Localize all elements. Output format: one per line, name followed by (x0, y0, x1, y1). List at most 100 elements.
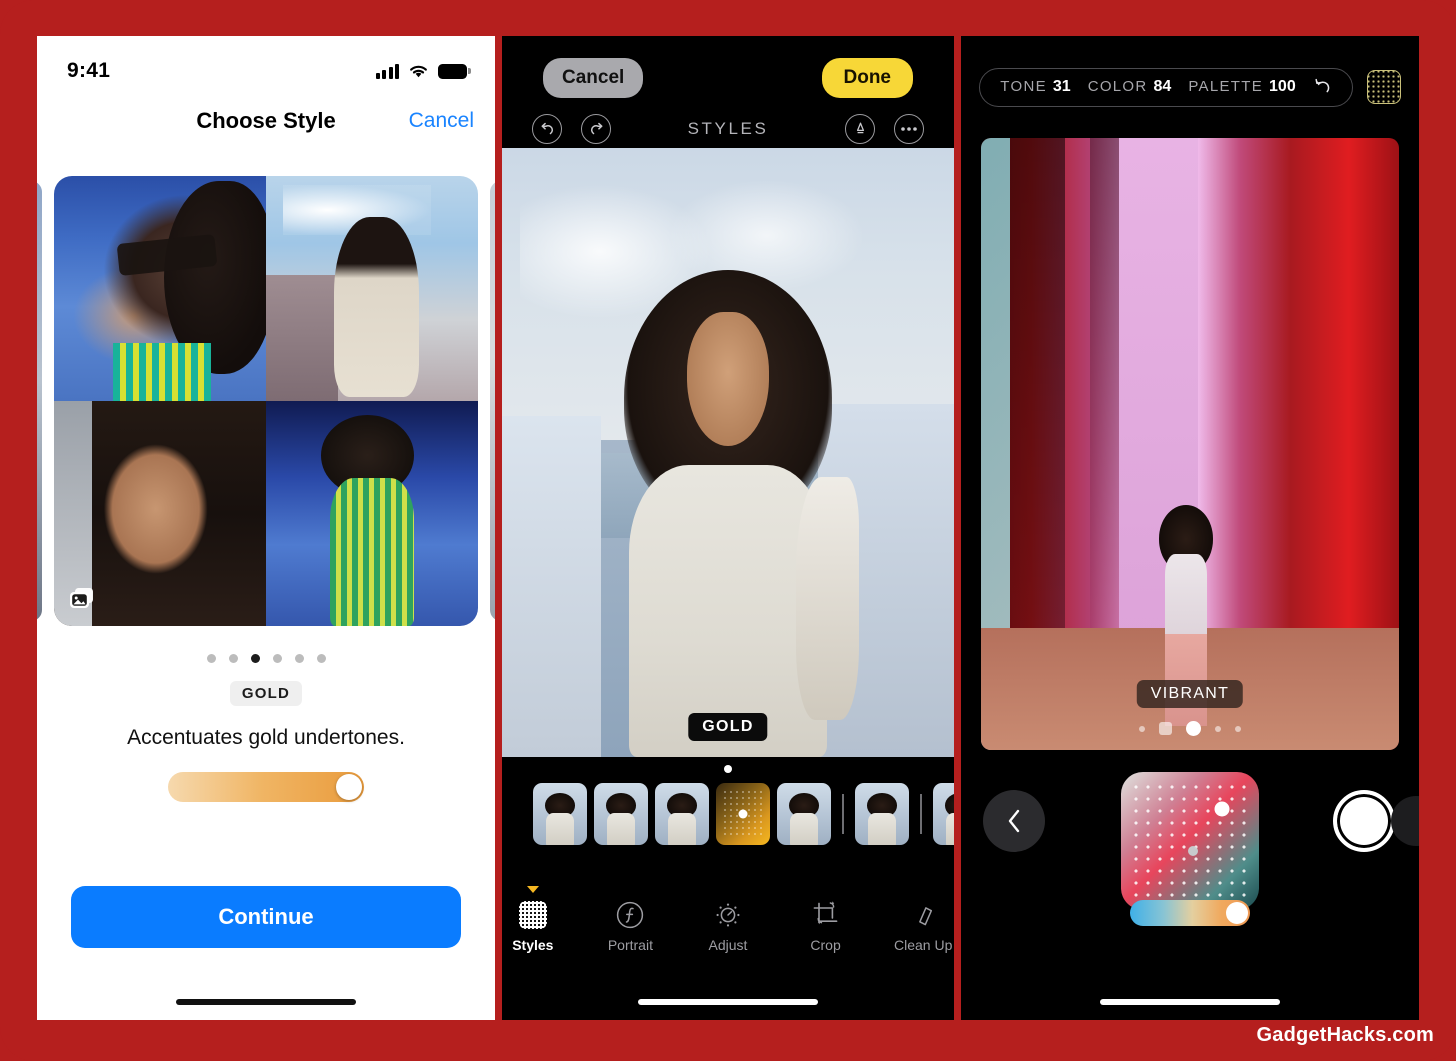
more-options-icon[interactable] (894, 114, 924, 144)
style-thumbnail[interactable] (855, 783, 909, 845)
page-title: Choose Style (196, 108, 336, 133)
filmstrip-divider (842, 794, 844, 834)
home-indicator (176, 999, 356, 1005)
slider-knob[interactable] (1226, 902, 1248, 924)
page-dot-active[interactable] (250, 654, 260, 663)
style-preview-card[interactable] (54, 176, 478, 626)
done-button[interactable]: Done (821, 58, 913, 98)
cancel-button[interactable]: Cancel (409, 109, 474, 133)
crop-icon (813, 901, 837, 925)
tab-adjust[interactable]: Adjust (697, 898, 759, 953)
param-value: 31 (1052, 78, 1071, 95)
palette-controls (961, 758, 1419, 1020)
page-dot[interactable] (1215, 725, 1221, 732)
param-color[interactable]: COLOR 84 (1088, 78, 1172, 96)
editor-photo[interactable]: GOLD (502, 148, 954, 757)
style-name-badge: GOLD (229, 681, 303, 706)
styles-grid-icon[interactable] (1366, 70, 1401, 104)
redo-icon[interactable] (581, 114, 611, 144)
style-filmstrip[interactable] (502, 757, 954, 873)
shutter-button[interactable] (1333, 790, 1395, 852)
wifi-icon (410, 65, 427, 77)
param-value: 84 (1153, 78, 1172, 95)
portrait-f-icon (617, 901, 644, 929)
param-label: TONE (1000, 78, 1047, 95)
style-thumbnail[interactable] (777, 783, 831, 845)
tab-label: Adjust (708, 937, 748, 953)
filmstrip-divider (920, 794, 922, 834)
preview-tile-2 (266, 176, 478, 401)
tab-label: Clean Up (894, 937, 953, 953)
back-button[interactable] (983, 790, 1045, 852)
param-palette[interactable]: PALETTE 100 (1188, 78, 1295, 96)
style-description: Accentuates gold undertones. (127, 726, 405, 749)
editor-tab-bar: Styles Portrait Adjust Crop Clean Up (502, 880, 954, 1020)
preview-tile-1 (54, 176, 266, 401)
clean-up-eraser-icon (919, 907, 933, 926)
page-dot[interactable] (272, 654, 282, 663)
page-dot[interactable] (1139, 725, 1145, 732)
style-name-badge: GOLD (688, 713, 768, 741)
styles-grid-icon (518, 901, 547, 929)
navigation-bar: Choose Style Cancel (37, 92, 495, 150)
watermark: GadgetHacks.com (1256, 1024, 1434, 1046)
page-dot[interactable] (228, 654, 238, 663)
chevron-left-icon (1008, 809, 1020, 833)
tab-crop[interactable]: Crop (795, 898, 857, 953)
style-name-badge: VIBRANT (1136, 680, 1244, 708)
style-thumbnail[interactable] (933, 783, 954, 845)
cellular-signal-icon (375, 63, 399, 79)
active-tab-indicator (526, 886, 539, 893)
page-dot[interactable] (1235, 725, 1241, 732)
next-control-peek[interactable] (1391, 796, 1419, 846)
style-thumbnail[interactable] (594, 783, 648, 845)
markup-pen-icon[interactable] (845, 114, 875, 144)
home-indicator (1100, 999, 1280, 1005)
tab-portrait[interactable]: Portrait (600, 898, 662, 953)
panel-styles-editor: Cancel Done STYLES GOLD Styles Portrait … (502, 36, 954, 1020)
page-dot-active[interactable] (1186, 721, 1201, 736)
cancel-button[interactable]: Cancel (543, 58, 644, 98)
tab-label: Styles (512, 937, 554, 953)
status-bar: 9:41 (37, 36, 495, 92)
parameters-pill[interactable]: TONE 31 COLOR 84 PALETTE 100 (979, 67, 1353, 107)
page-dot[interactable] (294, 654, 304, 663)
color-palette-pad[interactable] (1121, 772, 1259, 910)
palette-page-dots[interactable] (1139, 721, 1241, 736)
carousel-card-next[interactable] (490, 181, 495, 621)
reset-arrow-icon[interactable] (1313, 78, 1332, 97)
page-dot[interactable] (316, 654, 326, 663)
style-thumbnail[interactable] (655, 783, 709, 845)
page-dot[interactable] (206, 654, 216, 663)
color-pad-selection[interactable] (1214, 801, 1230, 817)
undo-icon[interactable] (532, 114, 562, 144)
param-tone[interactable]: TONE 31 (1000, 78, 1070, 96)
tab-clean-up[interactable]: Clean Up (892, 898, 954, 953)
preview-tile-3 (54, 401, 266, 626)
editor-top-bar: Cancel Done STYLES (502, 36, 954, 148)
param-label: COLOR (1087, 78, 1148, 95)
carousel-card-previous[interactable] (37, 181, 42, 621)
continue-button[interactable]: Continue (71, 886, 461, 948)
status-time: 9:41 (67, 59, 111, 82)
filmstrip-selection-indicator (724, 765, 732, 773)
page-dot-swatch[interactable] (1159, 722, 1172, 735)
slider-knob[interactable] (336, 774, 362, 800)
palette-photo[interactable]: VIBRANT (981, 138, 1399, 750)
temperature-slider[interactable] (1130, 900, 1250, 926)
preview-tile-4 (266, 401, 478, 626)
screenshot-panels: 9:41 Choose Style Cancel GOLD Accentuate… (37, 36, 1419, 1020)
tab-label: Crop (810, 937, 841, 953)
tab-styles[interactable]: Styles (502, 886, 564, 953)
style-swatch-gold-selected[interactable] (716, 783, 770, 845)
photo-stack-icon (70, 588, 93, 608)
style-carousel[interactable] (37, 176, 495, 626)
tab-label: Portrait (607, 937, 653, 953)
panel-choose-style: 9:41 Choose Style Cancel GOLD Accentuate… (37, 36, 495, 1020)
editor-title: STYLES (687, 119, 769, 138)
palette-parameter-bar: TONE 31 COLOR 84 PALETTE 100 (961, 36, 1419, 138)
style-thumbnail[interactable] (533, 783, 587, 845)
style-intensity-slider[interactable] (168, 772, 364, 802)
home-indicator (638, 999, 818, 1005)
carousel-page-dots[interactable] (37, 654, 495, 663)
